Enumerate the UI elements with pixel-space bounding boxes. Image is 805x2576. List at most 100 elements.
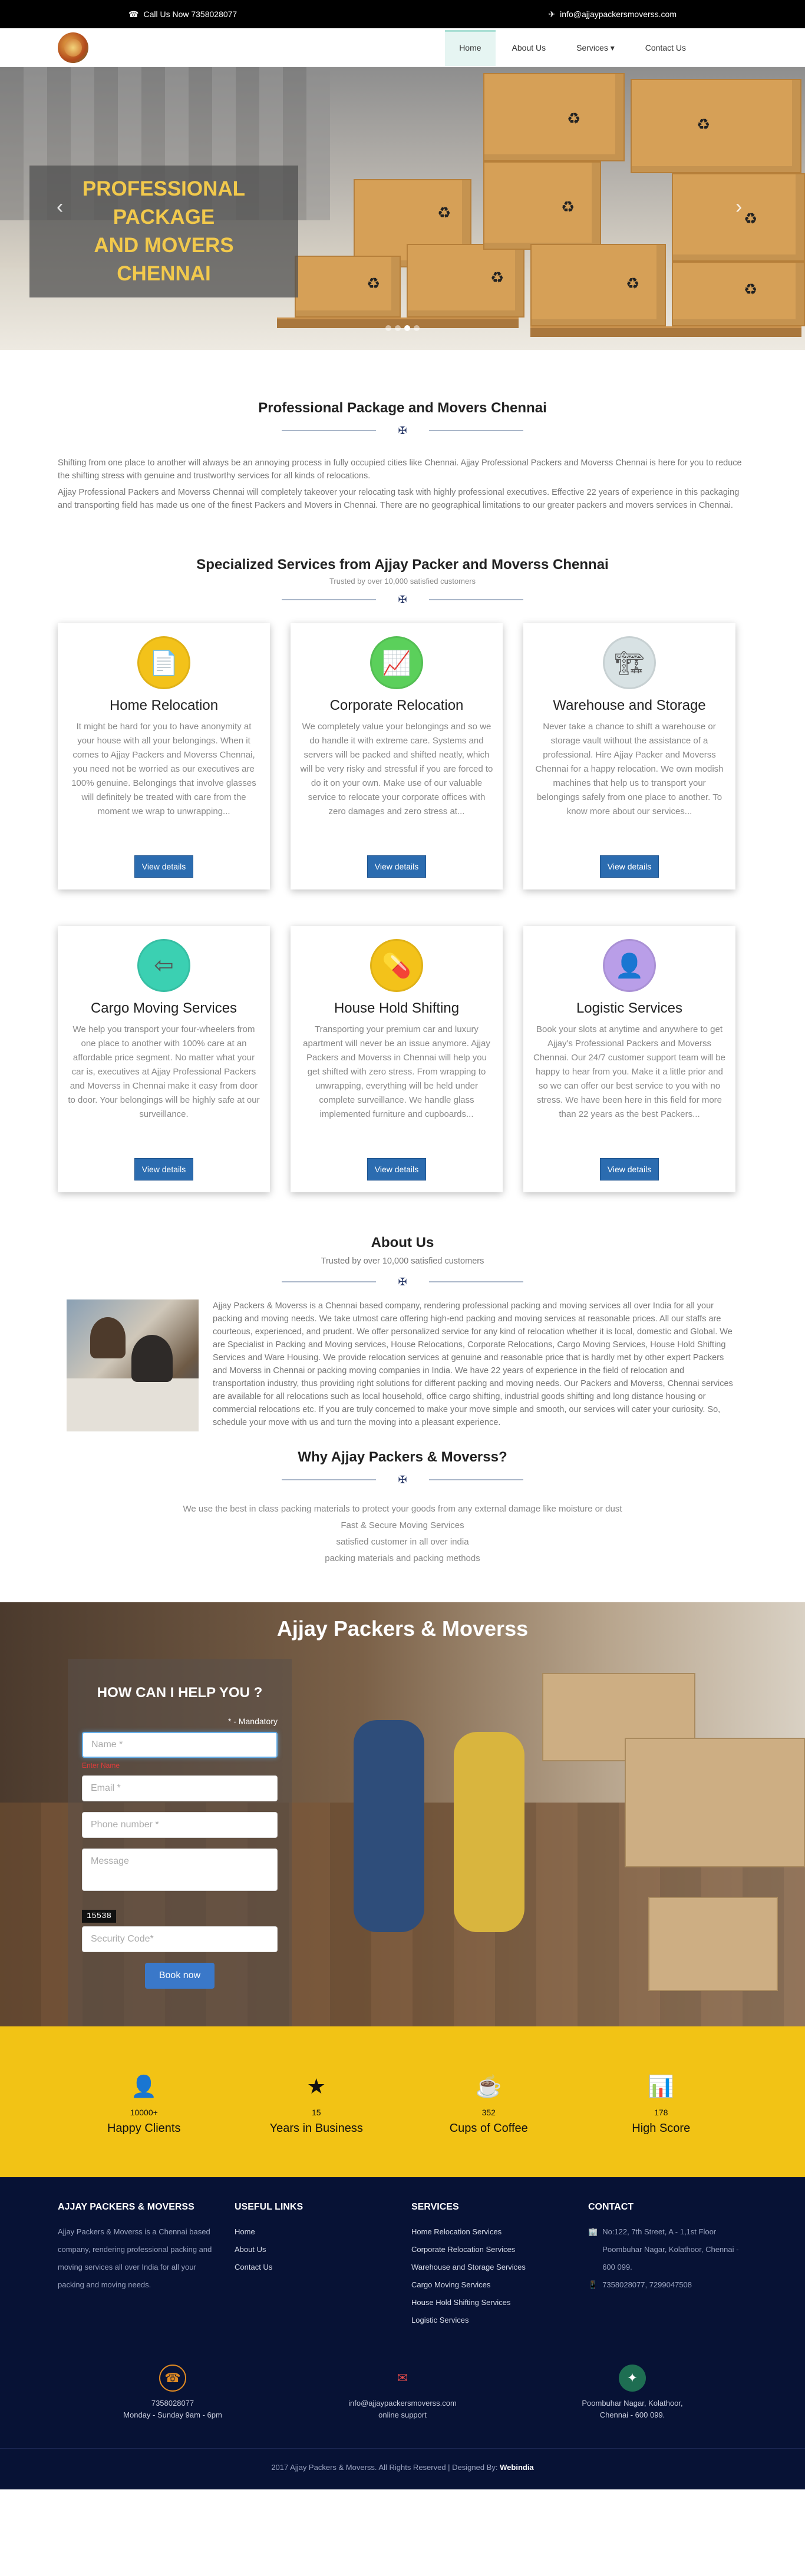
crane-icon: 🏗: [603, 636, 656, 689]
coffee-icon: ☕: [475, 2074, 502, 2098]
footer-link-about[interactable]: About Us: [235, 2241, 394, 2258]
view-details-button[interactable]: View details: [134, 1158, 194, 1180]
view-details-button[interactable]: View details: [367, 1158, 427, 1180]
nav-about[interactable]: About Us: [498, 30, 560, 66]
about-text: Ajjay Packers & Moverss is a Chennai bas…: [213, 1301, 733, 1427]
hero-title: PROFESSIONAL PACKAGE AND MOVERS CHENNAI: [29, 166, 298, 297]
nav-contact[interactable]: Contact Us: [631, 30, 700, 66]
footer-service-link[interactable]: House Hold Shifting Services: [411, 2294, 570, 2312]
email-field[interactable]: Email *: [82, 1775, 278, 1801]
footer-link-contact[interactable]: Contact Us: [235, 2258, 394, 2276]
footer-link-home[interactable]: Home: [235, 2223, 394, 2241]
stats-section: 👤 10000+ Happy Clients ★ 15 Years in Bus…: [0, 2026, 805, 2177]
stat-label: High Score: [632, 2122, 691, 2135]
why-title: Why Ajjay Packers & Moverss?: [298, 1449, 507, 1465]
intro-paragraph: Ajjay Professional Packers and Moverss C…: [58, 488, 740, 510]
footer-service-link[interactable]: Home Relocation Services: [411, 2223, 570, 2241]
service-card-text: Transporting your premium car and luxury…: [303, 1024, 490, 1119]
footer-service-link[interactable]: Warehouse and Storage Services: [411, 2258, 570, 2276]
footer-email-block: ✉ info@ajjaypackersmoverss.com online su…: [288, 2365, 517, 2421]
footer-service-link[interactable]: Logistic Services: [411, 2312, 570, 2329]
service-card: ⇦ Cargo Moving Services We help you tran…: [58, 926, 270, 1192]
service-card: 📈 Corporate Relocation We completely val…: [291, 623, 503, 889]
intro-title: Professional Package and Movers Chennai: [258, 400, 547, 416]
stat-label: Cups of Coffee: [449, 2122, 528, 2135]
chart-icon: 📈: [370, 636, 423, 689]
star-icon: ★: [306, 2074, 326, 2098]
couple-photo: [354, 1720, 424, 1932]
intro-paragraph: Shifting from one place to another will …: [58, 458, 742, 481]
about-subtitle: Trusted by over 10,000 satisfied custome…: [321, 1256, 484, 1266]
footer-phone-block: ☎ 7358028077 Monday - Sunday 9am - 6pm: [58, 2365, 288, 2421]
footer-hours: Monday - Sunday 9am - 6pm: [123, 2410, 222, 2419]
cardboard-box: ♻: [672, 262, 805, 326]
exit-door-icon: ⇦: [137, 939, 190, 992]
nav-home[interactable]: Home: [445, 29, 496, 66]
chevron-right-icon[interactable]: ›: [735, 196, 742, 219]
bar-chart-icon: 📊: [648, 2074, 675, 2098]
site-logo[interactable]: [58, 32, 88, 63]
ornament-divider: ✠: [58, 594, 747, 606]
designer-link[interactable]: Webindia: [500, 2463, 534, 2472]
nav-services-dropdown[interactable]: Services ▾: [562, 30, 629, 66]
logo-mark: [64, 39, 82, 57]
services-title: Specialized Services from Ajjay Packer a…: [196, 557, 609, 573]
ornament-icon: ✠: [398, 1473, 407, 1486]
envelope-icon: ✉: [397, 2370, 408, 2385]
top-email[interactable]: ✈ info@ajjaypackersmoverss.com: [548, 9, 677, 19]
view-details-button[interactable]: View details: [599, 1158, 659, 1180]
slider-dot[interactable]: [385, 325, 391, 331]
hero-slider: ♻ ♻ ♻ ♻ ♻ ♻ ♻ ♻ ♻ PROFESSIONAL PACKAGE A…: [0, 67, 805, 350]
service-card-text: We completely value your belongings and …: [300, 722, 493, 816]
why-point: packing materials and packing methods: [325, 1553, 480, 1563]
captcha-code: 15538: [82, 1910, 117, 1923]
nav-menu: Home About Us Services ▾ Contact Us: [445, 29, 700, 66]
cardboard-box: ♻: [530, 244, 666, 326]
footer-address: No:122, 7th Street, A - 1,1st Floor Poom…: [602, 2227, 739, 2271]
stat-number: 15: [311, 2108, 321, 2117]
service-card-title: Logistic Services: [576, 1000, 683, 1016]
top-phone[interactable]: ☎ Call Us Now 7358028077: [128, 9, 237, 19]
footer-service-link[interactable]: Cargo Moving Services: [411, 2276, 570, 2294]
ornament-divider: ✠: [58, 1474, 747, 1486]
copyright-bar: 2017 Ajjay Packers & Moverss. All Rights…: [0, 2448, 805, 2489]
security-code-field[interactable]: Security Code*: [82, 1926, 278, 1952]
intro-section: Professional Package and Movers Chennai …: [58, 350, 747, 539]
mandatory-note: * - Mandatory: [227, 1717, 278, 1726]
footer-phone[interactable]: 7358028077: [58, 2398, 288, 2409]
footer-services-title: SERVICES: [411, 2202, 459, 2212]
stat-item: ☕ 352 Cups of Coffee: [402, 2075, 575, 2135]
footer-location-block: ✦ Poombuhar Nagar, Kolathoor, Chennai - …: [517, 2365, 747, 2421]
paper-plane-icon: ✈: [548, 9, 556, 19]
service-card-title: Corporate Relocation: [329, 697, 464, 713]
stat-item: 👤 10000+ Happy Clients: [58, 2075, 230, 2135]
about-title: About Us: [371, 1235, 434, 1251]
services-section: Specialized Services from Ajjay Packer a…: [58, 539, 747, 1217]
view-details-button[interactable]: View details: [134, 855, 194, 878]
stat-label: Years in Business: [269, 2122, 363, 2135]
phone-field[interactable]: Phone number *: [82, 1812, 278, 1838]
chevron-left-icon[interactable]: ‹: [57, 196, 63, 219]
name-field[interactable]: Name *: [82, 1732, 278, 1758]
message-field[interactable]: Message: [82, 1848, 278, 1891]
footer-city: Chennai - 600 099.: [599, 2410, 665, 2419]
ornament-icon: ✠: [398, 1275, 407, 1288]
slider-dot[interactable]: [395, 325, 401, 331]
why-point: Fast & Secure Moving Services: [341, 1520, 464, 1530]
top-bar: ☎ Call Us Now 7358028077 ✈ info@ajjaypacke…: [0, 0, 805, 28]
document-icon: 📄: [137, 636, 190, 689]
view-details-button[interactable]: View details: [599, 855, 659, 878]
ornament-icon: ✠: [398, 424, 407, 437]
footer-service-link[interactable]: Corporate Relocation Services: [411, 2241, 570, 2258]
book-now-button[interactable]: Book now: [145, 1963, 215, 1989]
copyright-text: 2017 Ajjay Packers & Moverss. All Rights…: [271, 2463, 498, 2472]
view-details-button[interactable]: View details: [367, 855, 427, 878]
contact-title: Ajjay Packers & Moverss: [276, 1616, 529, 1641]
footer-email[interactable]: info@ajjaypackersmoverss.com: [288, 2398, 517, 2409]
slider-dot-active[interactable]: [404, 325, 410, 331]
why-section: Why Ajjay Packers & Moverss? ✠ We use th…: [58, 1443, 747, 1602]
cardboard-box: ♻: [483, 161, 601, 250]
cardboard-box: ♻: [483, 73, 625, 161]
slider-dot[interactable]: [414, 325, 420, 331]
why-point: We use the best in class packing materia…: [183, 1504, 622, 1514]
